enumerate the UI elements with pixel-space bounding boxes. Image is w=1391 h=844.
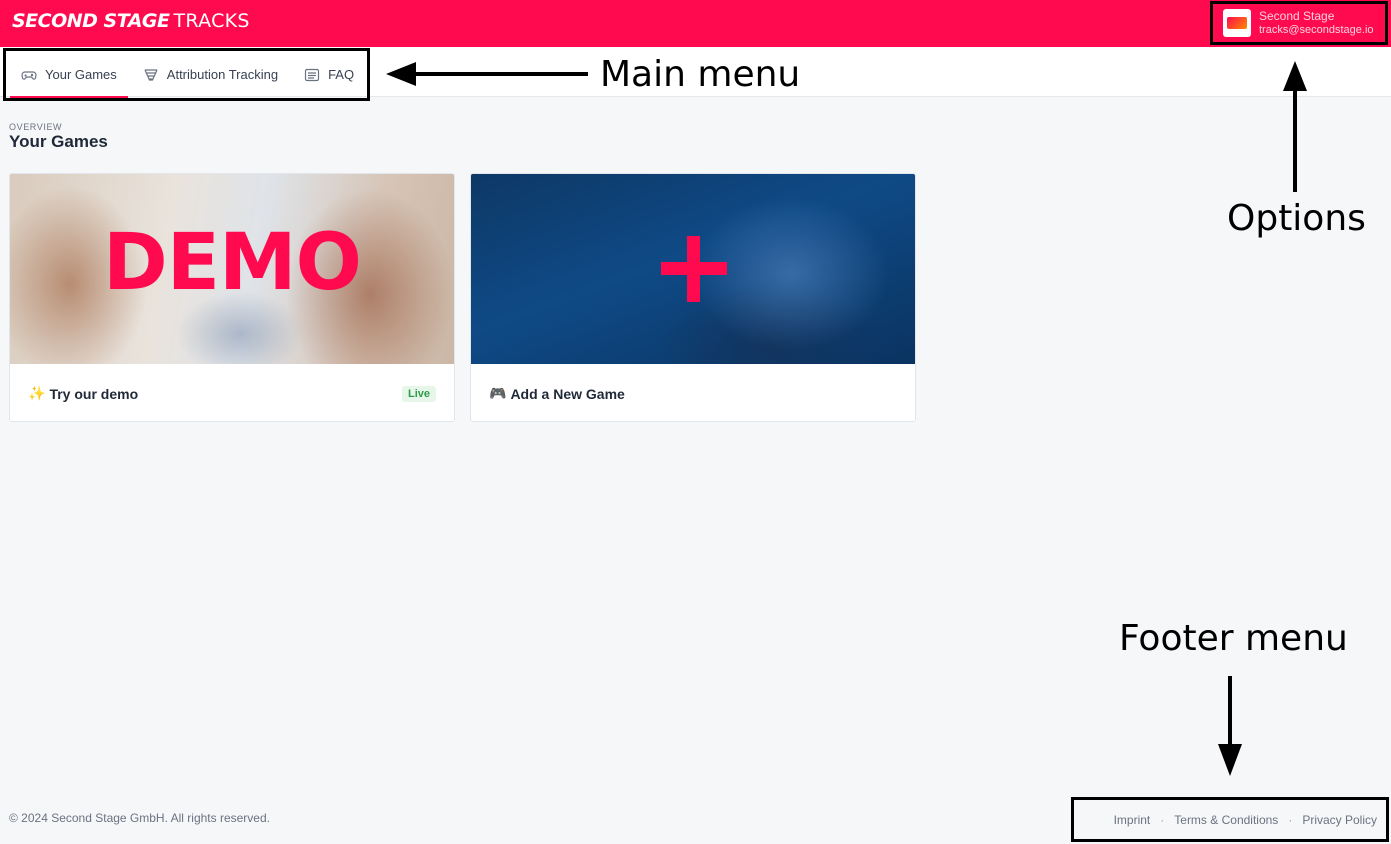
page-title: Your Games [9,132,108,151]
status-badge: Live [401,385,436,402]
nav-item-attribution-tracking[interactable]: Attribution Tracking [128,51,289,98]
main-menu: Your Games Attribution Tracking FAQ [3,48,370,101]
top-bar: SECOND STAGE TRACKS Second Stage tracks@… [0,0,1391,47]
account-name: Second Stage [1259,9,1335,24]
list-icon [304,67,320,83]
footer-menu: Imprint · Terms & Conditions · Privacy P… [1071,797,1389,842]
arrow-shaft [1293,86,1297,192]
card-label: Add a New Game [510,385,625,402]
nav-item-faq[interactable]: FAQ [289,51,365,98]
demo-card-image: DEMO [10,174,454,364]
brand-logo[interactable]: SECOND STAGE TRACKS [12,10,250,36]
arrow-shaft [1228,676,1232,748]
gamepad-emoji-icon: 🎮 [489,385,507,402]
nav-item-label: FAQ [328,67,355,82]
nav-item-label: Attribution Tracking [166,67,279,82]
plus-icon [661,262,727,275]
arrow-head-up-icon [1283,61,1307,91]
section-overline: OVERVIEW [9,122,63,132]
arrow-head-down-icon [1218,744,1242,776]
card-label: Try our demo [49,385,139,402]
footer-separator: · [1288,812,1293,827]
nav-item-label: Your Games [45,67,117,82]
privacy-policy-link[interactable]: Privacy Policy [1302,813,1377,827]
imprint-link[interactable]: Imprint [1114,813,1151,827]
arrow-head-left-icon [386,62,416,86]
account-email: tracks@secondstage.io [1259,23,1374,36]
card-footer: ✨ Try our demo Live [10,364,454,421]
sparkles-icon: ✨ [28,385,46,402]
gamepad-icon [21,67,37,83]
footer-menu-annotation: Footer menu [1119,618,1348,659]
footer-separator: · [1160,812,1165,827]
second-stage-logo-icon [1227,17,1247,29]
game-card-demo[interactable]: DEMO ✨ Try our demo Live [9,173,455,422]
brand-name-light: TRACKS [173,10,250,32]
main-menu-annotation: Main menu [600,54,801,95]
account-avatar [1223,9,1251,37]
account-options[interactable]: Second Stage tracks@secondstage.io [1210,1,1388,45]
account-info: Second Stage tracks@secondstage.io [1259,9,1374,37]
terms-link[interactable]: Terms & Conditions [1174,813,1278,827]
copyright-text: © 2024 Second Stage GmbH. All rights res… [9,811,270,825]
nav-item-your-games[interactable]: Your Games [6,51,128,98]
arrow-shaft [410,72,588,76]
add-game-card-image [471,174,915,364]
card-footer: 🎮 Add a New Game [471,364,915,421]
options-annotation: Options [1227,198,1366,239]
brand-name-bold: SECOND STAGE [12,10,170,32]
funnel-icon [143,67,159,83]
add-game-card[interactable]: 🎮 Add a New Game [470,173,916,422]
demo-image-text: DEMO [103,218,362,308]
